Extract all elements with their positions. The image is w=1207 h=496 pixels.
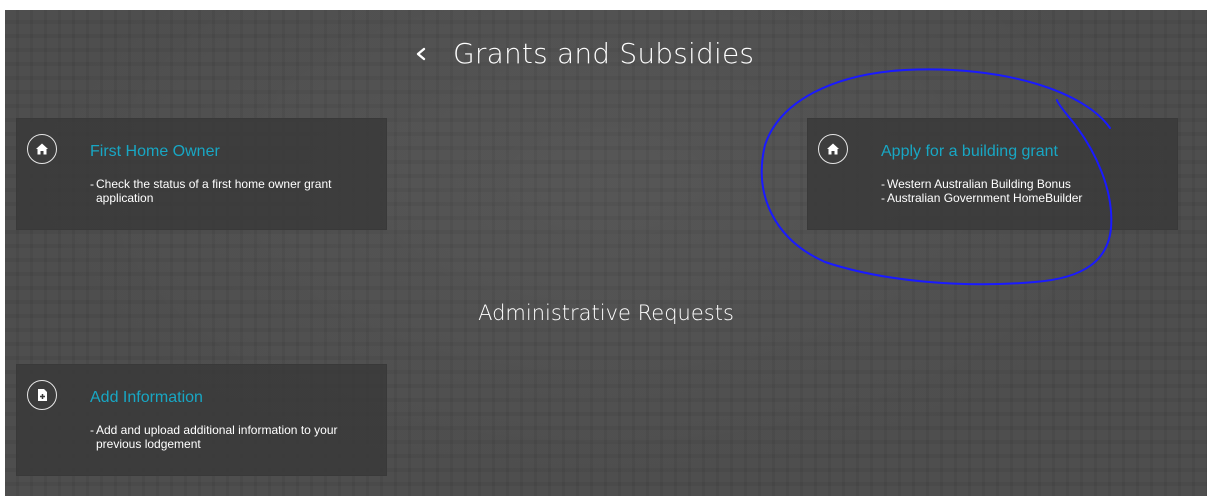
card-description-line: Western Australian Building Bonus bbox=[881, 177, 1171, 191]
section-heading: Administrative Requests bbox=[478, 301, 734, 325]
card-title: Add Information bbox=[90, 389, 203, 406]
app-screen: Grants and Subsidies First Home Owner Ch… bbox=[5, 10, 1207, 496]
add-information-card[interactable]: Add Information Add and upload additiona… bbox=[16, 364, 387, 476]
home-icon bbox=[27, 134, 57, 164]
card-description-line: Australian Government HomeBuilder bbox=[881, 191, 1171, 205]
card-description: Western Australian Building Bonus Austra… bbox=[881, 177, 1171, 205]
card-title: First Home Owner bbox=[90, 143, 220, 160]
chevron-left-icon bbox=[416, 47, 426, 61]
card-description-line: Add and upload additional information to… bbox=[90, 423, 380, 451]
card-description: Check the status of a first home owner g… bbox=[90, 177, 380, 205]
back-button[interactable] bbox=[409, 40, 433, 68]
first-home-owner-card[interactable]: First Home Owner Check the status of a f… bbox=[16, 118, 387, 230]
home-icon bbox=[818, 134, 848, 164]
page-title: Grants and Subsidies bbox=[453, 37, 755, 70]
card-description: Add and upload additional information to… bbox=[90, 423, 380, 451]
page-header: Grants and Subsidies bbox=[5, 34, 1207, 74]
document-add-icon bbox=[27, 380, 57, 410]
card-description-line: Check the status of a first home owner g… bbox=[90, 177, 380, 205]
apply-building-grant-card[interactable]: Apply for a building grant Western Austr… bbox=[807, 118, 1178, 230]
card-title: Apply for a building grant bbox=[881, 143, 1058, 160]
